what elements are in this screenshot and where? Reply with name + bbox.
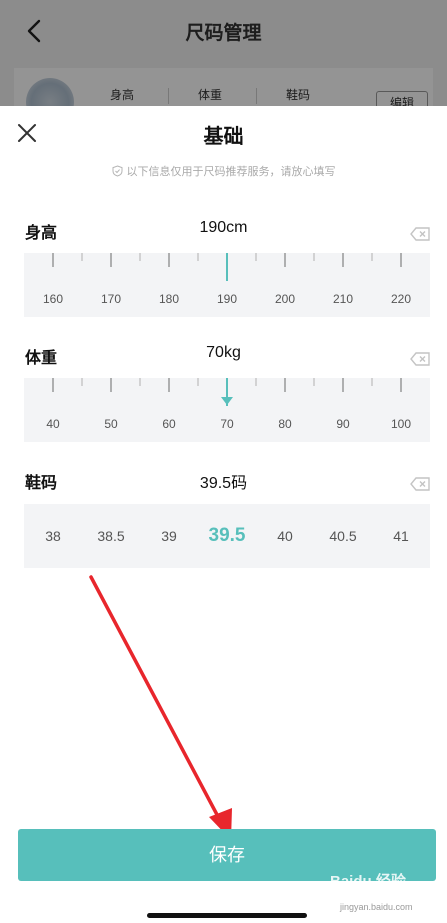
annotation-arrow — [89, 575, 232, 840]
watermark-url: jingyan.baidu.com — [340, 902, 413, 912]
home-indicator — [147, 913, 307, 918]
watermark-logo: Baidu 经验 — [330, 873, 406, 890]
